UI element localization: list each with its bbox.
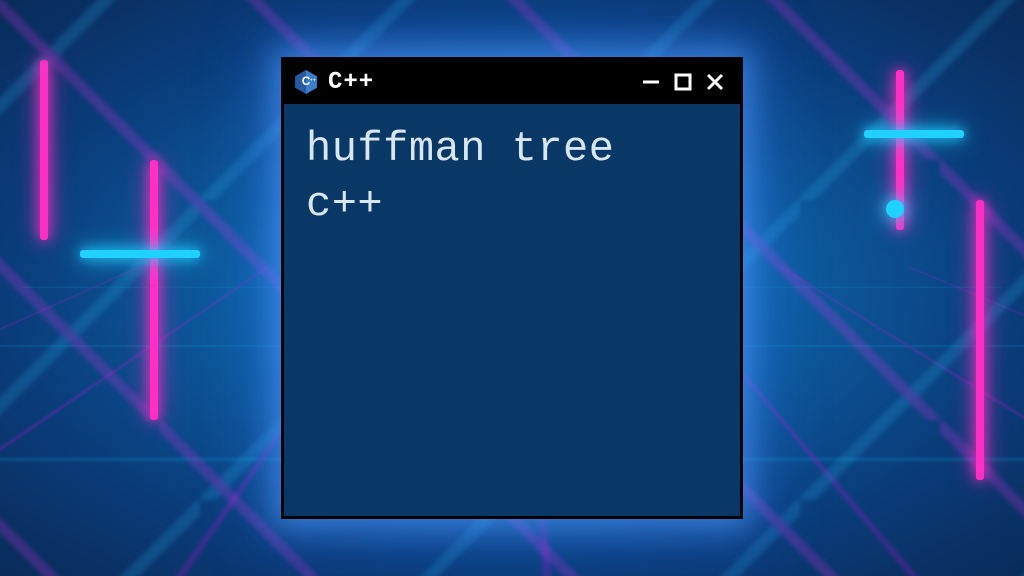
maximize-icon bbox=[673, 72, 693, 92]
window-title: C++ bbox=[328, 69, 628, 96]
close-icon bbox=[704, 71, 726, 93]
minimize-icon bbox=[640, 71, 662, 93]
title-bar[interactable]: C + + C++ bbox=[284, 60, 740, 104]
svg-text:+: + bbox=[310, 77, 313, 82]
maximize-button[interactable] bbox=[668, 68, 698, 96]
svg-text:+: + bbox=[313, 77, 316, 82]
code-line-2: c++ bbox=[306, 177, 718, 232]
terminal-content: huffman tree c++ bbox=[284, 104, 740, 249]
terminal-window: C + + C++ huffman t bbox=[281, 57, 743, 519]
code-line-1: huffman tree bbox=[306, 122, 718, 177]
decor-bar bbox=[864, 130, 964, 138]
window-controls bbox=[636, 68, 730, 96]
decor-dot bbox=[886, 200, 904, 218]
cpp-logo-icon: C + + bbox=[292, 68, 320, 96]
decor-bar bbox=[80, 250, 200, 258]
decor-bar bbox=[976, 200, 984, 480]
minimize-button[interactable] bbox=[636, 68, 666, 96]
close-button[interactable] bbox=[700, 68, 730, 96]
decor-bar bbox=[40, 60, 48, 240]
svg-text:C: C bbox=[302, 74, 311, 88]
decor-bar bbox=[150, 160, 158, 420]
